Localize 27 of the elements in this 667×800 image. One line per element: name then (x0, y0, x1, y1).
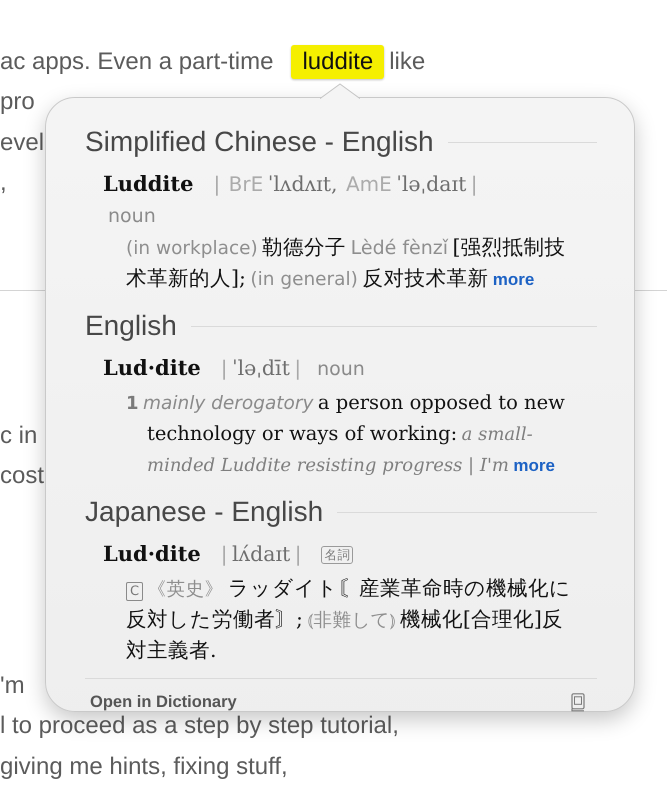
part-of-speech: noun (108, 205, 156, 227)
body-text: cost (0, 462, 44, 490)
dictionary-title: English (85, 310, 177, 342)
body-text: like (389, 48, 426, 76)
more-link[interactable]: more (513, 456, 555, 475)
headword: Luddite (103, 171, 194, 196)
headword: Lud·dite (103, 541, 201, 566)
headword: Lud·dite (103, 355, 201, 380)
dictionary-title: Simplified Chinese - English (85, 126, 434, 158)
book-icon (571, 692, 585, 712)
body-text: giving me hints, fixing stuff, (0, 752, 288, 781)
part-of-speech: 名詞 (321, 546, 354, 564)
body-text: , (0, 169, 7, 198)
body-text: l to proceed as a step by step tutorial, (0, 712, 399, 740)
definition-text: 1 mainly derogatory a person opposed to new technology or ways of working: a small-minded Luddite resisting progress | I'm more (125, 390, 566, 478)
body-text: pro (0, 88, 35, 116)
dictionary-title: Japanese - English (85, 496, 324, 528)
body-text: evel (0, 128, 44, 157)
open-in-dictionary-link[interactable]: Open in Dictionary (90, 692, 237, 712)
definition-text: (in workplace) 勒德分子 Lèdé fènzǐ [强烈抵制技术革新的人]; (in general) 反对技术革新 more (125, 234, 566, 292)
body-text: ac apps. Even a part-time (0, 48, 274, 76)
body-text: c in (0, 422, 38, 450)
highlighted-word: luddite (291, 44, 384, 79)
part-of-speech: noun (317, 358, 365, 380)
more-link[interactable]: more (492, 270, 534, 289)
body-text: 'm (0, 672, 25, 700)
definition-text: C 《英史》 ラッダイト〘産業革命時の機械化に反対した労働者〙; ⦅非難して⦆ 機械化[合理化]反対主義者. (125, 575, 572, 664)
